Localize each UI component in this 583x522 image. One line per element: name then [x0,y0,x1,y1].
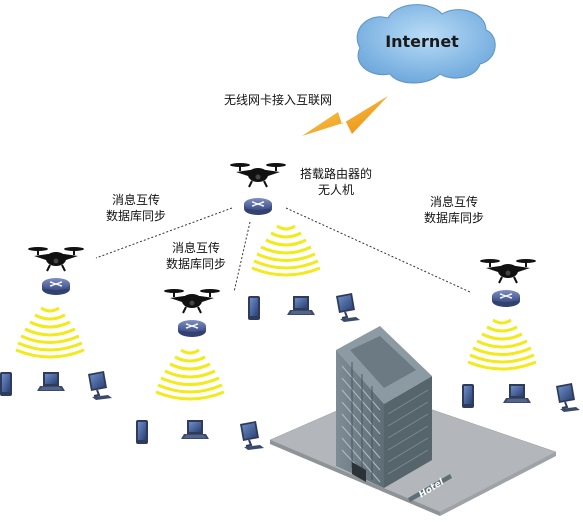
sync-label-left: 消息互传 数据库同步 [106,192,166,224]
drone-left [14,246,86,359]
network-diagram: Internet 无线网卡接入互联网 搭载路由器的 无人机 消息互传 数据库同步… [0,0,583,518]
laptop-icon [287,296,315,315]
sync-label-line2: 数据库同步 [106,209,167,223]
internet-label: Internet [385,32,459,51]
desktop-icon [335,292,361,323]
drone-icon [479,258,537,284]
devices-left [0,370,113,401]
main-drone-label-line1: 搭载路由器的 [300,167,373,181]
sync-label-line1: 消息互传 [112,193,161,207]
sync-label-line2: 数据库同步 [166,257,227,271]
devices-right [462,382,581,413]
router-icon [243,197,273,216]
sync-label-middle: 消息互传 数据库同步 [166,240,226,272]
desktop-icon [555,382,581,413]
sync-label-right: 消息互传 数据库同步 [424,194,484,226]
sync-label-line1: 消息互传 [172,241,221,255]
desktop-icon [239,420,265,451]
drone-icon [27,246,85,272]
router-icon [177,319,207,338]
laptop-icon [181,420,209,439]
main-drone-label-line2: 无人机 [318,183,355,197]
laptop-icon [37,372,65,391]
drone-middle [154,288,226,401]
router-icon [491,289,521,308]
tablet-icon [248,296,260,320]
wifi-signal-icon [466,318,538,371]
tablet-icon [462,384,474,408]
drone-right [466,258,538,371]
main-drone-label: 搭载路由器的 无人机 [300,166,372,198]
router-icon [41,277,71,296]
wifi-signal-icon [250,224,322,277]
desktop-icon [87,370,113,401]
wifi-signal-icon [154,348,226,401]
drone-icon [163,288,221,314]
laptop-icon [503,384,531,403]
uplink-label: 无线网卡接入互联网 [224,93,333,107]
drone-icon [229,162,287,188]
tablet-icon [0,372,12,396]
tablet-icon [136,420,148,444]
devices-center [248,292,361,323]
devices-middle [136,420,265,451]
wifi-signal-icon [14,306,86,359]
sync-label-line2: 数据库同步 [424,211,485,225]
sync-label-line1: 消息互传 [430,195,479,209]
